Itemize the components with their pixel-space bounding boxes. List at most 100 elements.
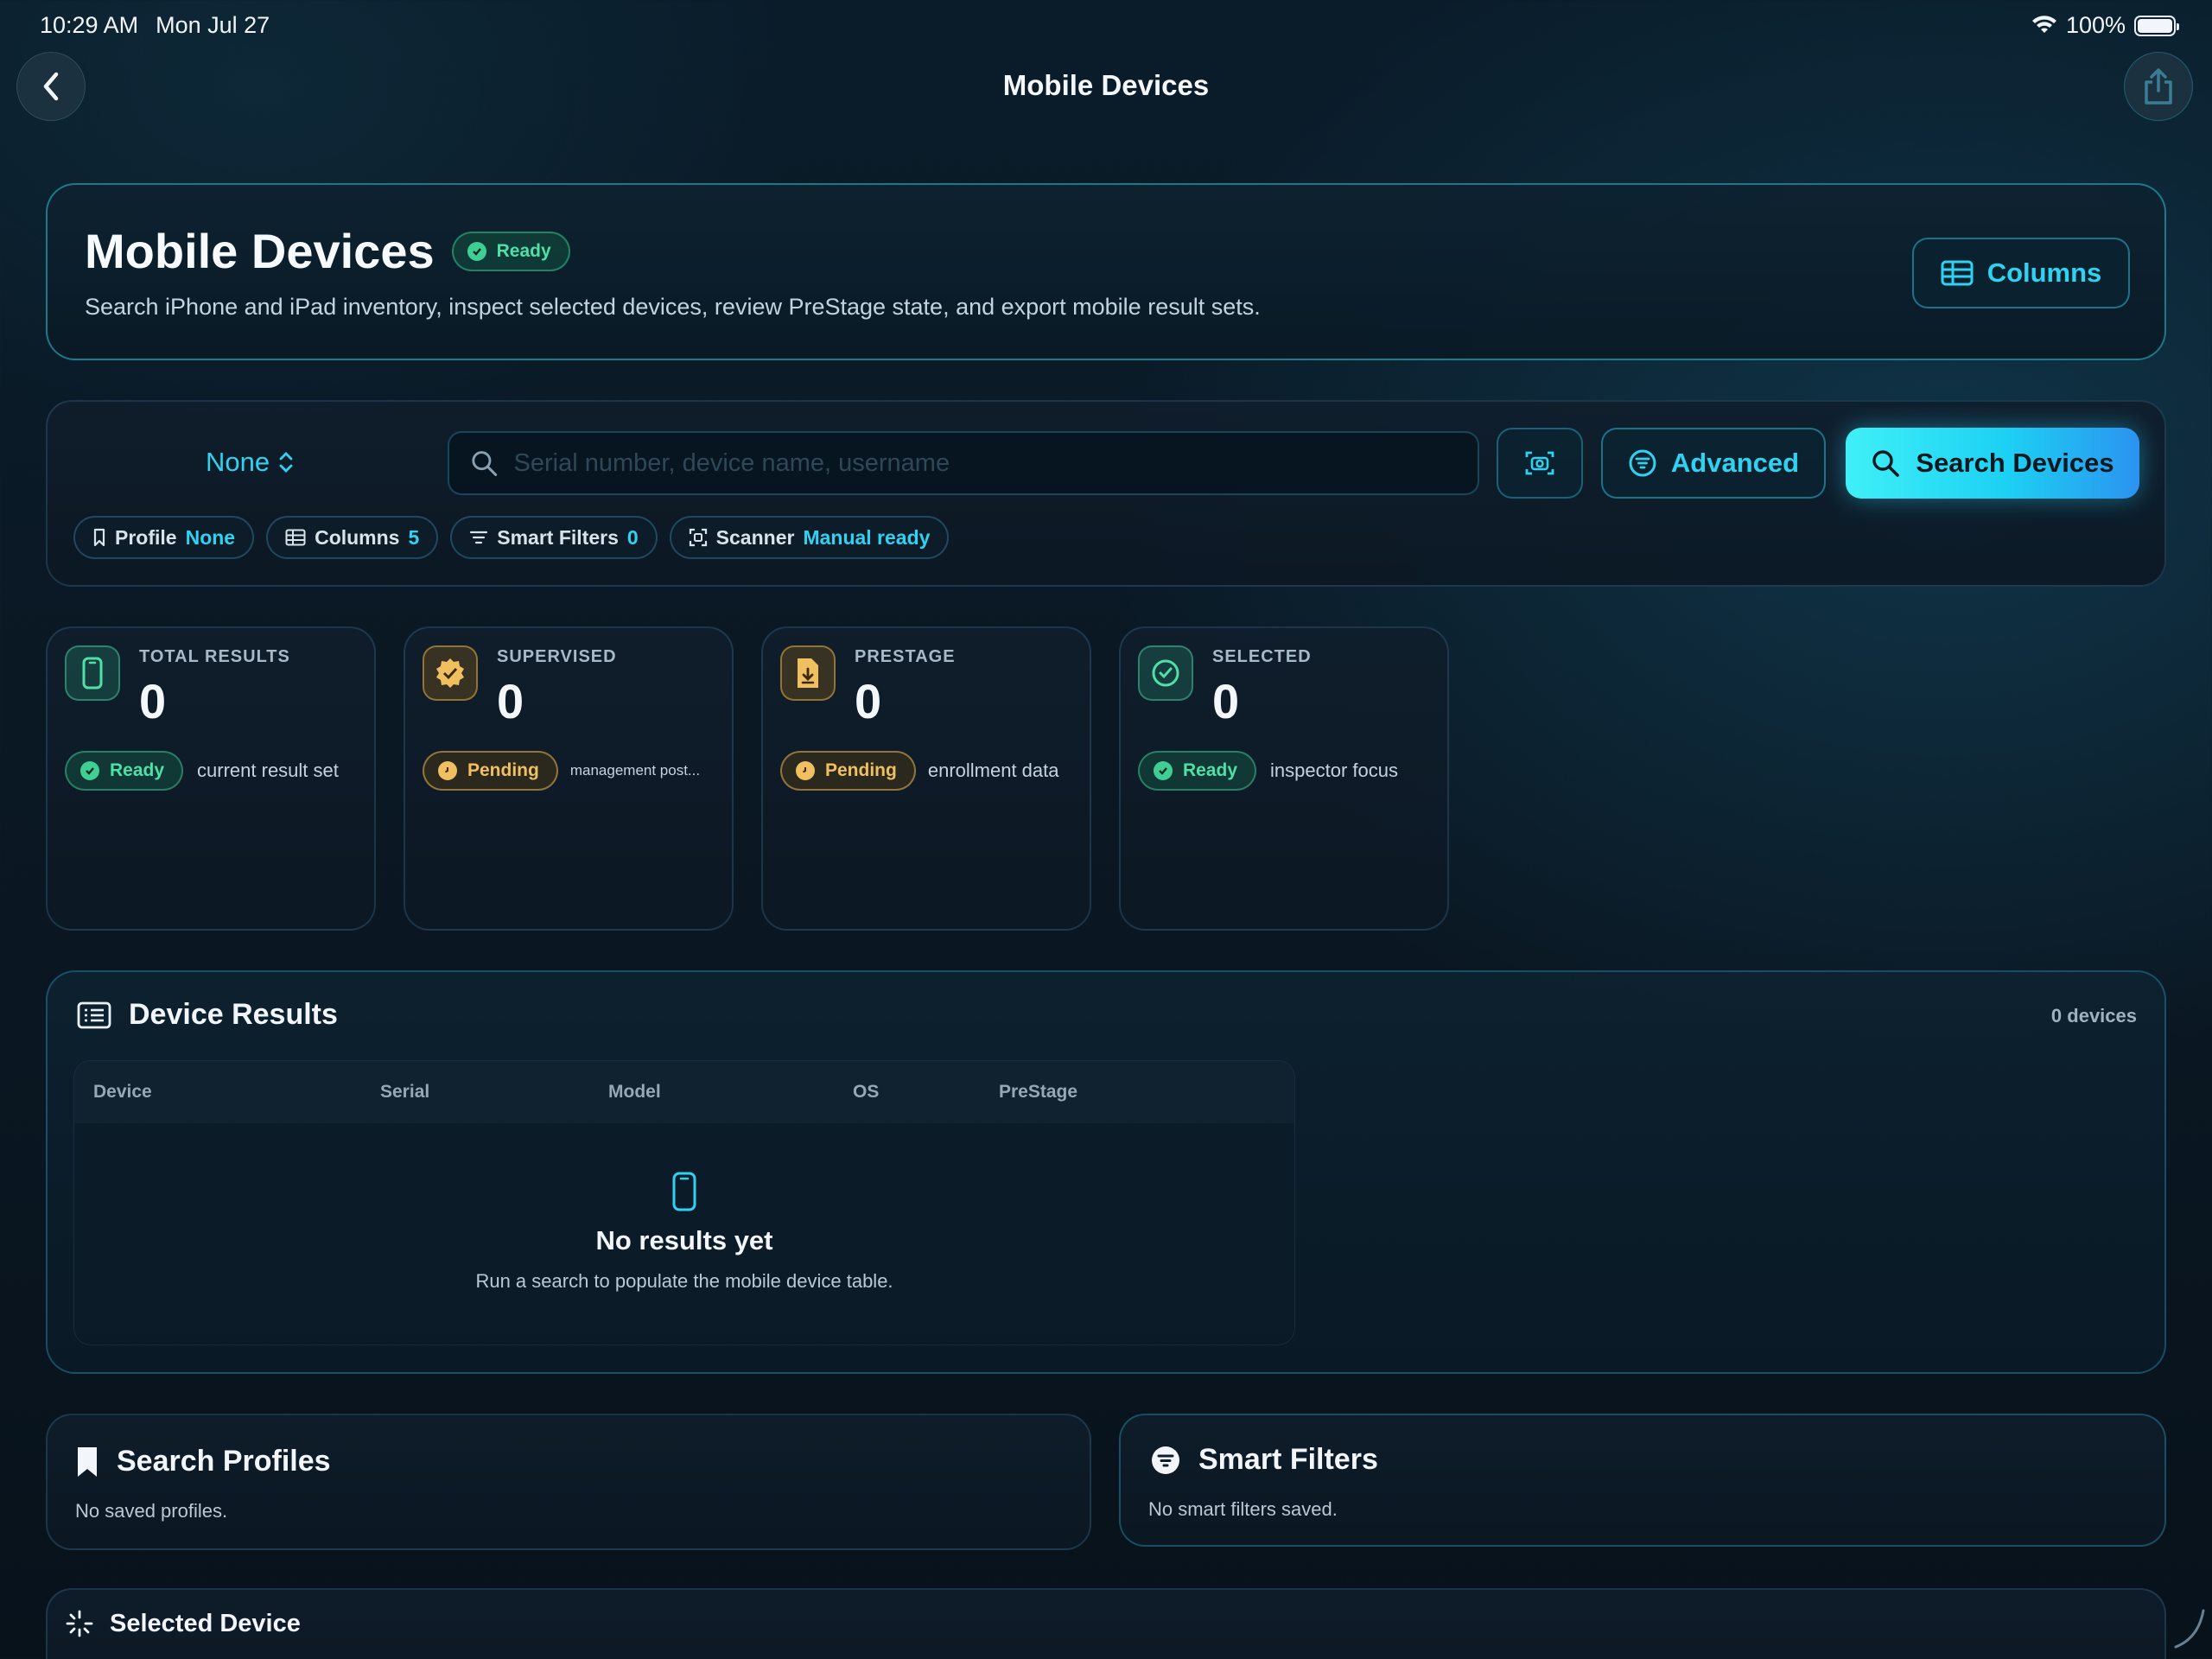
camera-scan-icon bbox=[1525, 451, 1554, 475]
column-header-model[interactable]: Model bbox=[608, 1082, 661, 1103]
filter-circle-icon bbox=[1629, 449, 1656, 477]
results-count: 0 devices bbox=[2050, 1005, 2137, 1027]
chip-scanner-value: Manual ready bbox=[803, 525, 931, 549]
page-title: Mobile Devices bbox=[85, 224, 435, 278]
chevron-up-down-icon bbox=[279, 452, 293, 473]
stat-note: enrollment data bbox=[927, 760, 1059, 781]
search-field[interactable] bbox=[448, 431, 1479, 495]
bookmark-icon bbox=[93, 528, 105, 547]
empty-title: No results yet bbox=[595, 1225, 773, 1255]
search-card: None Advanced Search Devices bbox=[46, 400, 2166, 587]
search-profiles-empty: No saved profiles. bbox=[75, 1500, 228, 1522]
stat-value: 0 bbox=[139, 674, 167, 728]
chip-scanner[interactable]: Scanner Manual ready bbox=[669, 516, 950, 559]
status-badge-label: Ready bbox=[110, 760, 165, 780]
status-time: 10:29 AM bbox=[40, 12, 139, 38]
profile-select-value: None bbox=[206, 447, 270, 477]
status-badge-label: Pending bbox=[825, 760, 897, 780]
search-icon bbox=[1872, 450, 1900, 477]
search-profiles-title: Search Profiles bbox=[117, 1445, 331, 1478]
stat-value: 0 bbox=[855, 674, 882, 728]
search-icon bbox=[472, 451, 498, 476]
profile-select[interactable]: None bbox=[206, 447, 294, 478]
filter-circle-icon bbox=[1152, 1446, 1179, 1474]
share-icon bbox=[2145, 68, 2172, 105]
device-results-title: Device Results bbox=[129, 998, 338, 1031]
stat-note: current result set bbox=[197, 760, 339, 781]
empty-subtitle: Run a search to populate the mobile devi… bbox=[475, 1270, 893, 1292]
table-header: Device Serial Model OS PreStage bbox=[74, 1061, 1294, 1123]
chip-smart-filters-label: Smart Filters bbox=[497, 525, 619, 549]
battery-percent: 100% bbox=[2065, 12, 2126, 38]
chip-columns-label: Columns bbox=[315, 525, 400, 549]
status-badge-label: Pending bbox=[467, 760, 539, 780]
page-subtitle: Search iPhone and iPad inventory, inspec… bbox=[85, 294, 1261, 320]
table-icon bbox=[285, 529, 306, 546]
filter-lines-icon bbox=[470, 531, 488, 544]
stat-label: SUPERVISED bbox=[497, 647, 617, 666]
chip-profile-label: Profile bbox=[115, 525, 177, 549]
column-header-prestage[interactable]: PreStage bbox=[999, 1082, 1077, 1103]
stat-label: SELECTED bbox=[1212, 647, 1312, 666]
status-date: Mon Jul 27 bbox=[156, 12, 270, 38]
search-input[interactable] bbox=[513, 448, 1478, 478]
advanced-button-label: Advanced bbox=[1670, 448, 1800, 478]
selected-device-title: Selected Device bbox=[110, 1609, 301, 1637]
results-table: Device Serial Model OS PreStage No resul… bbox=[73, 1060, 1295, 1345]
status-badge: Ready bbox=[1138, 751, 1257, 791]
search-devices-button[interactable]: Search Devices bbox=[1846, 428, 2139, 499]
wifi-icon bbox=[2031, 15, 2056, 33]
status-badge: Ready bbox=[451, 231, 570, 271]
doc-download-icon bbox=[780, 645, 836, 701]
column-header-device[interactable]: Device bbox=[93, 1082, 152, 1103]
smart-filters-empty: No smart filters saved. bbox=[1148, 1498, 1338, 1520]
stat-value: 0 bbox=[497, 674, 524, 728]
device-results-card: Device Results 0 devices Device Serial M… bbox=[46, 970, 2166, 1374]
nav-title: Mobile Devices bbox=[1002, 69, 1210, 101]
status-bar-right: 100% bbox=[2031, 12, 2179, 39]
list-icon bbox=[77, 1001, 111, 1028]
resize-handle-icon[interactable] bbox=[2172, 1607, 2207, 1650]
chip-columns-value: 5 bbox=[408, 525, 420, 549]
search-devices-label: Search Devices bbox=[1916, 448, 2114, 478]
check-badge-icon bbox=[1154, 761, 1173, 780]
hero-card: Mobile Devices Ready Search iPhone and i… bbox=[46, 183, 2166, 360]
stat-note: inspector focus bbox=[1270, 760, 1398, 781]
chip-columns[interactable]: Columns 5 bbox=[266, 516, 439, 559]
stat-note: management post... bbox=[569, 762, 701, 779]
selected-device-card: Selected Device bbox=[46, 1588, 2166, 1659]
check-badge-icon bbox=[80, 761, 99, 780]
status-badge: Pending bbox=[423, 751, 558, 791]
chip-smart-filters[interactable]: Smart Filters 0 bbox=[450, 516, 658, 559]
column-header-serial[interactable]: Serial bbox=[380, 1082, 429, 1103]
seal-check-icon bbox=[423, 645, 478, 701]
stat-card-supervised: SUPERVISED 0 Pending management post... bbox=[404, 626, 734, 931]
battery-icon bbox=[2134, 15, 2179, 36]
column-header-os[interactable]: OS bbox=[853, 1082, 879, 1103]
check-badge-icon bbox=[467, 241, 486, 261]
check-circle-icon bbox=[1138, 645, 1193, 701]
advanced-button[interactable]: Advanced bbox=[1601, 428, 1826, 499]
stat-label: PRESTAGE bbox=[855, 647, 956, 666]
status-badge-label: Ready bbox=[496, 240, 551, 261]
bookmark-icon bbox=[78, 1446, 97, 1477]
phone-icon bbox=[672, 1172, 696, 1211]
stat-card-selected: SELECTED 0 Ready inspector focus bbox=[1119, 626, 1449, 931]
chip-profile[interactable]: Profile None bbox=[73, 516, 255, 559]
status-badge: Ready bbox=[65, 751, 184, 791]
clock-icon bbox=[438, 761, 457, 780]
stat-card-total-results: TOTAL RESULTS 0 Ready current result set bbox=[46, 626, 376, 931]
share-button[interactable] bbox=[2124, 52, 2193, 121]
scan-button[interactable] bbox=[1497, 428, 1583, 499]
columns-button-label: Columns bbox=[1986, 257, 2102, 288]
stat-card-prestage: PRESTAGE 0 Pending enrollment data bbox=[761, 626, 1091, 931]
table-icon bbox=[1941, 260, 1974, 286]
scanner-icon bbox=[689, 528, 707, 547]
stat-label: TOTAL RESULTS bbox=[139, 647, 290, 666]
columns-button[interactable]: Columns bbox=[1912, 238, 2130, 308]
phone-icon bbox=[65, 645, 120, 701]
status-badge-label: Ready bbox=[1183, 760, 1238, 780]
chip-smart-filters-value: 0 bbox=[626, 525, 639, 549]
status-badge: Pending bbox=[780, 751, 916, 791]
chip-scanner-label: Scanner bbox=[715, 525, 795, 549]
